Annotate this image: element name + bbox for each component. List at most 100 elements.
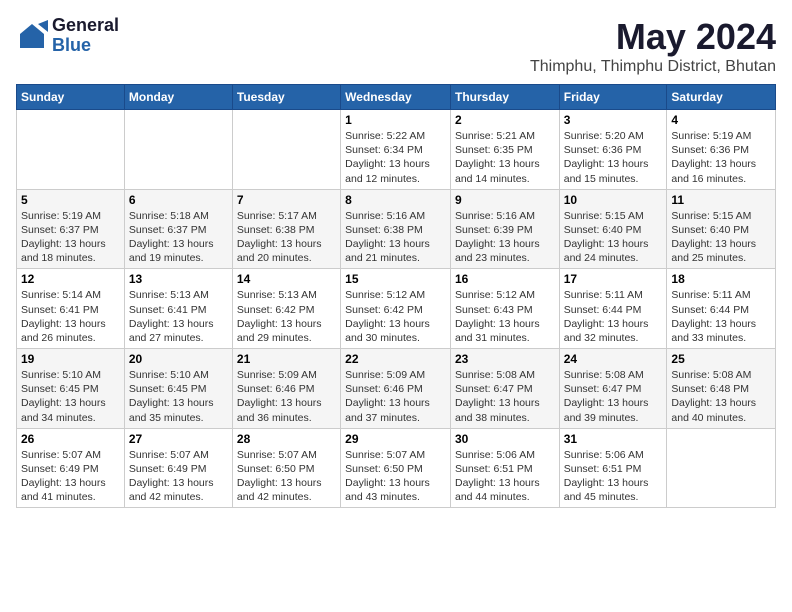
day-info: Sunrise: 5:19 AMSunset: 6:37 PMDaylight:…: [21, 209, 120, 266]
day-number: 27: [129, 432, 228, 446]
weekday-header: Tuesday: [232, 85, 340, 110]
calendar-cell: 22 Sunrise: 5:09 AMSunset: 6:46 PMDayligh…: [341, 349, 451, 429]
calendar-cell: 26Sunrise: 5:07 AMSunset: 6:49 PMDayligh…: [17, 428, 125, 508]
calendar-cell: 5 Sunrise: 5:19 AMSunset: 6:37 PMDaylight…: [17, 189, 125, 269]
calendar-cell: 29Sunrise: 5:07 AMSunset: 6:50 PMDayligh…: [341, 428, 451, 508]
day-number: 5: [21, 193, 120, 207]
day-info: Sunrise: 5:06 AMSunset: 6:51 PMDaylight:…: [455, 448, 555, 505]
day-number: 8: [345, 193, 446, 207]
weekday-header: Wednesday: [341, 85, 451, 110]
calendar-cell: 13 Sunrise: 5:13 AMSunset: 6:41 PMDayligh…: [124, 269, 232, 349]
day-info: Sunrise: 5:07 AMSunset: 6:49 PMDaylight:…: [129, 448, 228, 505]
calendar-cell: 19 Sunrise: 5:10 AMSunset: 6:45 PMDayligh…: [17, 349, 125, 429]
calendar-cell: 31Sunrise: 5:06 AMSunset: 6:51 PMDayligh…: [559, 428, 667, 508]
day-info: Sunrise: 5:12 AMSunset: 6:42 PMDaylight:…: [345, 288, 446, 345]
day-info: Sunrise: 5:11 AMSunset: 6:44 PMDaylight:…: [564, 288, 663, 345]
calendar-cell: 10 Sunrise: 5:15 AMSunset: 6:40 PMDayligh…: [559, 189, 667, 269]
day-info: Sunrise: 5:13 AMSunset: 6:42 PMDaylight:…: [237, 288, 336, 345]
day-info: Sunrise: 5:10 AMSunset: 6:45 PMDaylight:…: [129, 368, 228, 425]
day-number: 26: [21, 432, 120, 446]
calendar-cell: 17 Sunrise: 5:11 AMSunset: 6:44 PMDayligh…: [559, 269, 667, 349]
calendar-cell: [232, 110, 340, 190]
logo-general-text: General: [52, 16, 119, 36]
day-number: 21: [237, 352, 336, 366]
calendar-cell: [667, 428, 776, 508]
day-number: 14: [237, 272, 336, 286]
day-number: 18: [671, 272, 771, 286]
calendar-cell: 7Sunrise: 5:17 AMSunset: 6:38 PMDaylight…: [232, 189, 340, 269]
day-info: Sunrise: 5:09 AMSunset: 6:46 PMDaylight:…: [345, 368, 446, 425]
day-number: 6: [129, 193, 228, 207]
weekday-header: Monday: [124, 85, 232, 110]
weekday-header: Sunday: [17, 85, 125, 110]
calendar-table: SundayMondayTuesdayWednesdayThursdayFrid…: [16, 84, 776, 508]
calendar-cell: 8 Sunrise: 5:16 AMSunset: 6:38 PMDaylight…: [341, 189, 451, 269]
calendar-cell: [17, 110, 125, 190]
day-info: Sunrise: 5:22 AMSunset: 6:34 PMDaylight:…: [345, 129, 446, 186]
day-info: Sunrise: 5:08 AMSunset: 6:47 PMDaylight:…: [564, 368, 663, 425]
calendar-cell: 3Sunrise: 5:20 AMSunset: 6:36 PMDaylight…: [559, 110, 667, 190]
day-number: 20: [129, 352, 228, 366]
day-info: Sunrise: 5:15 AMSunset: 6:40 PMDaylight:…: [564, 209, 663, 266]
day-info: Sunrise: 5:08 AMSunset: 6:48 PMDaylight:…: [671, 368, 771, 425]
calendar-cell: 4 Sunrise: 5:19 AMSunset: 6:36 PMDaylight…: [667, 110, 776, 190]
calendar-cell: 6 Sunrise: 5:18 AMSunset: 6:37 PMDaylight…: [124, 189, 232, 269]
calendar-cell: 16Sunrise: 5:12 AMSunset: 6:43 PMDayligh…: [450, 269, 559, 349]
day-number: 25: [671, 352, 771, 366]
calendar-cell: 15 Sunrise: 5:12 AMSunset: 6:42 PMDayligh…: [341, 269, 451, 349]
calendar-cell: 23 Sunrise: 5:08 AMSunset: 6:47 PMDayligh…: [450, 349, 559, 429]
calendar-cell: 30 Sunrise: 5:06 AMSunset: 6:51 PMDayligh…: [450, 428, 559, 508]
calendar-cell: 24 Sunrise: 5:08 AMSunset: 6:47 PMDayligh…: [559, 349, 667, 429]
calendar-cell: 12 Sunrise: 5:14 AMSunset: 6:41 PMDayligh…: [17, 269, 125, 349]
title-block: May 2024 Thimphu, Thimphu District, Bhut…: [530, 16, 776, 76]
day-info: Sunrise: 5:13 AMSunset: 6:41 PMDaylight:…: [129, 288, 228, 345]
logo-icon: [16, 20, 48, 52]
calendar-cell: [124, 110, 232, 190]
calendar-cell: 2 Sunrise: 5:21 AMSunset: 6:35 PMDaylight…: [450, 110, 559, 190]
calendar-cell: 18Sunrise: 5:11 AMSunset: 6:44 PMDayligh…: [667, 269, 776, 349]
day-number: 12: [21, 272, 120, 286]
calendar-cell: 11Sunrise: 5:15 AMSunset: 6:40 PMDayligh…: [667, 189, 776, 269]
day-number: 24: [564, 352, 663, 366]
day-info: Sunrise: 5:08 AMSunset: 6:47 PMDaylight:…: [455, 368, 555, 425]
day-info: Sunrise: 5:16 AMSunset: 6:38 PMDaylight:…: [345, 209, 446, 266]
calendar-cell: 9Sunrise: 5:16 AMSunset: 6:39 PMDaylight…: [450, 189, 559, 269]
calendar-cell: 28 Sunrise: 5:07 AMSunset: 6:50 PMDayligh…: [232, 428, 340, 508]
day-number: 17: [564, 272, 663, 286]
day-info: Sunrise: 5:10 AMSunset: 6:45 PMDaylight:…: [21, 368, 120, 425]
day-info: Sunrise: 5:09 AMSunset: 6:46 PMDaylight:…: [237, 368, 336, 425]
day-info: Sunrise: 5:17 AMSunset: 6:38 PMDaylight:…: [237, 209, 336, 266]
day-number: 15: [345, 272, 446, 286]
calendar-cell: 21 Sunrise: 5:09 AMSunset: 6:46 PMDayligh…: [232, 349, 340, 429]
day-info: Sunrise: 5:12 AMSunset: 6:43 PMDaylight:…: [455, 288, 555, 345]
day-number: 19: [21, 352, 120, 366]
weekday-header: Friday: [559, 85, 667, 110]
page-header: General Blue May 2024 Thimphu, Thimphu D…: [16, 16, 776, 76]
day-info: Sunrise: 5:19 AMSunset: 6:36 PMDaylight:…: [671, 129, 771, 186]
day-number: 30: [455, 432, 555, 446]
day-number: 28: [237, 432, 336, 446]
day-number: 2: [455, 113, 555, 127]
calendar-cell: 27 Sunrise: 5:07 AMSunset: 6:49 PMDayligh…: [124, 428, 232, 508]
day-number: 13: [129, 272, 228, 286]
day-info: Sunrise: 5:21 AMSunset: 6:35 PMDaylight:…: [455, 129, 555, 186]
logo: General Blue: [16, 16, 119, 56]
month-title: May 2024: [530, 16, 776, 58]
day-number: 4: [671, 113, 771, 127]
weekday-header: Saturday: [667, 85, 776, 110]
calendar-cell: 20 Sunrise: 5:10 AMSunset: 6:45 PMDayligh…: [124, 349, 232, 429]
day-number: 29: [345, 432, 446, 446]
day-number: 23: [455, 352, 555, 366]
calendar-cell: 25 Sunrise: 5:08 AMSunset: 6:48 PMDayligh…: [667, 349, 776, 429]
day-info: Sunrise: 5:07 AMSunset: 6:50 PMDaylight:…: [237, 448, 336, 505]
day-info: Sunrise: 5:20 AMSunset: 6:36 PMDaylight:…: [564, 129, 663, 186]
day-info: Sunrise: 5:14 AMSunset: 6:41 PMDaylight:…: [21, 288, 120, 345]
day-number: 22: [345, 352, 446, 366]
day-number: 1: [345, 113, 446, 127]
logo-blue-text: Blue: [52, 36, 119, 56]
day-info: Sunrise: 5:18 AMSunset: 6:37 PMDaylight:…: [129, 209, 228, 266]
calendar-cell: 1 Sunrise: 5:22 AMSunset: 6:34 PMDaylight…: [341, 110, 451, 190]
day-number: 10: [564, 193, 663, 207]
day-number: 11: [671, 193, 771, 207]
location-title: Thimphu, Thimphu District, Bhutan: [530, 58, 776, 76]
